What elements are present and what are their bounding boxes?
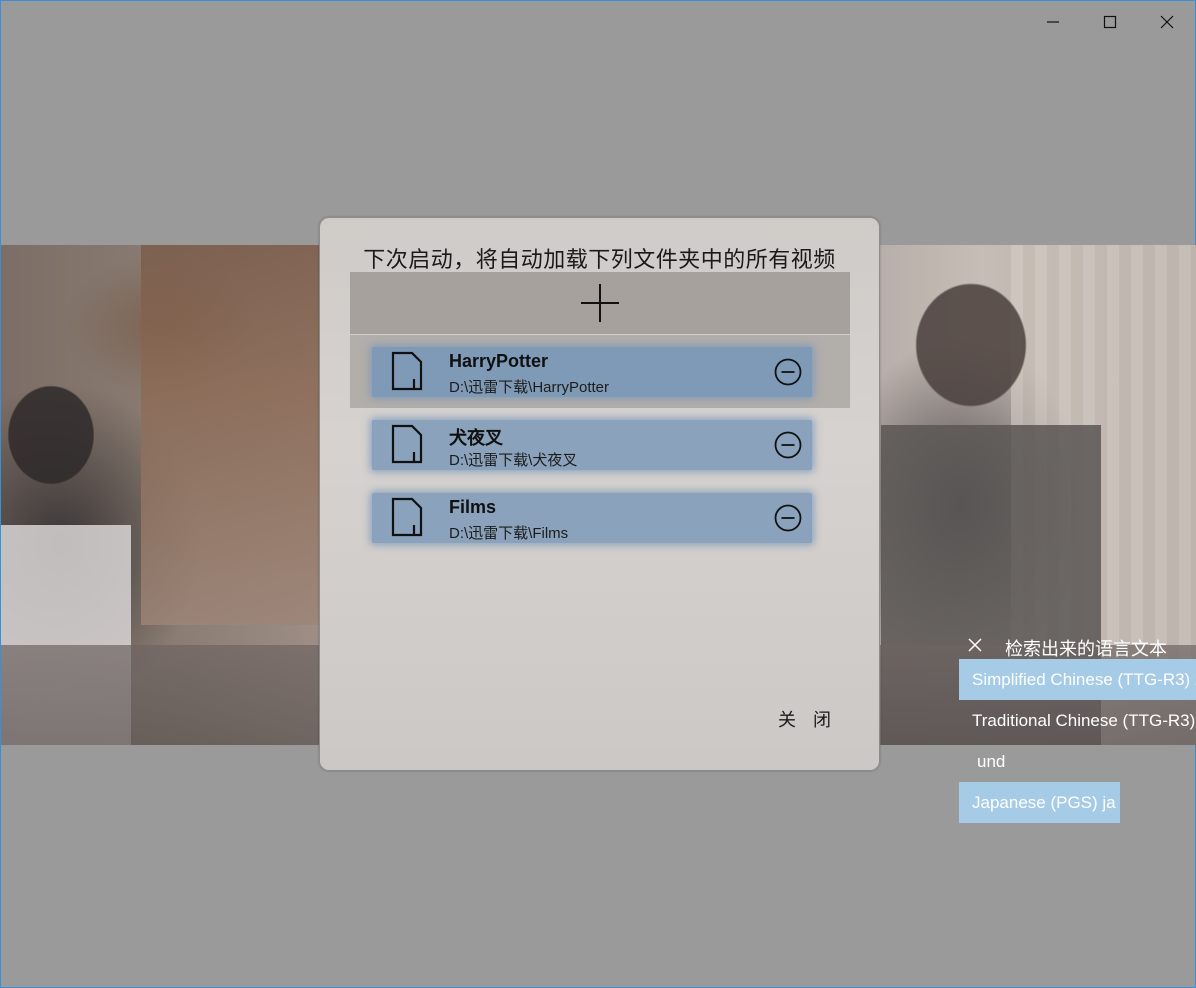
subtitle-language-item[interactable]: Traditional Chinese (TTG-R3) zh (959, 700, 1196, 741)
folder-item[interactable]: HarryPotter D:\迅雷下载\HarryPotter (350, 335, 850, 408)
folder-name: 犬夜叉 (449, 428, 503, 448)
document-icon (391, 424, 423, 464)
folder-list: HarryPotter D:\迅雷下载\HarryPotter 犬夜叉 D:\迅… (350, 335, 850, 554)
folder-card: HarryPotter D:\迅雷下载\HarryPotter (372, 347, 812, 397)
subtitle-language-item[interactable]: Simplified Chinese (TTG-R3) zh (959, 659, 1196, 700)
remove-folder-icon[interactable] (773, 430, 803, 460)
close-window-button[interactable] (1138, 1, 1195, 43)
folder-name: Films (449, 497, 497, 517)
add-folder-button[interactable] (350, 272, 850, 334)
maximize-icon (1103, 15, 1116, 29)
minimize-icon (1046, 21, 1059, 23)
close-icon (1160, 15, 1173, 29)
remove-folder-icon[interactable] (773, 357, 803, 387)
subtitle-language-panel: 检索出来的语言文本 Simplified Chinese (TTG-R3) zh… (959, 631, 1196, 823)
subtitle-panel-title: 检索出来的语言文本 (1005, 639, 1167, 659)
dialog-title: 下次启动，将自动加载下列文件夹中的所有视频 (363, 247, 836, 272)
minimize-button[interactable] (1024, 1, 1081, 43)
video-shelf (141, 245, 321, 625)
window-caption (1024, 1, 1195, 43)
remove-folder-icon[interactable] (773, 503, 803, 533)
plus-icon (581, 284, 619, 322)
close-button[interactable]: 关 闭 (778, 706, 837, 732)
subtitle-language-item[interactable]: und (959, 741, 1196, 782)
close-icon[interactable] (967, 637, 983, 653)
folder-item[interactable]: Films D:\迅雷下载\Films (350, 481, 850, 554)
document-icon (391, 497, 423, 537)
folder-path: D:\迅雷下载\HarryPotter (449, 379, 610, 396)
folder-name: HarryPotter (449, 351, 549, 371)
document-icon (391, 351, 423, 391)
folder-card: 犬夜叉 D:\迅雷下载\犬夜叉 (372, 420, 812, 470)
subtitle-language-item[interactable]: Japanese (PGS) ja (959, 782, 1120, 823)
folder-card: Films D:\迅雷下载\Films (372, 493, 812, 543)
auto-load-folders-dialog: 下次启动，将自动加载下列文件夹中的所有视频 HarryPotter D:\迅雷下… (319, 217, 880, 771)
folder-path: D:\迅雷下载\Films (449, 525, 569, 542)
subtitle-panel-header: 检索出来的语言文本 (959, 631, 1196, 659)
folder-path: D:\迅雷下载\犬夜叉 (449, 452, 578, 469)
maximize-button[interactable] (1081, 1, 1138, 43)
folder-item[interactable]: 犬夜叉 D:\迅雷下载\犬夜叉 (350, 408, 850, 481)
